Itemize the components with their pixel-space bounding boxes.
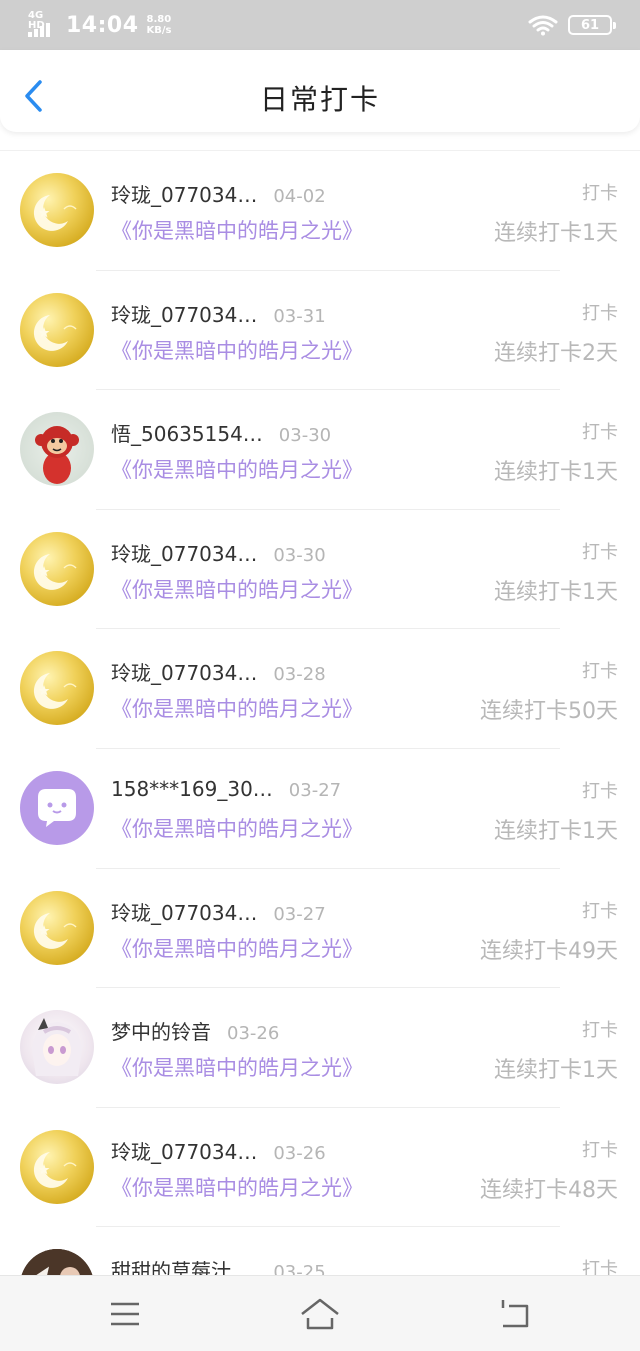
- book-title[interactable]: 《你是黑暗中的皓月之光》: [111, 454, 363, 484]
- avatar[interactable]: [20, 770, 94, 845]
- bottom-nav-bar: [0, 1275, 640, 1351]
- back-icon: [501, 1300, 529, 1328]
- username[interactable]: 158***169_30…: [111, 777, 273, 801]
- checkin-type: 打卡: [582, 900, 618, 922]
- checkin-type: 打卡: [582, 661, 618, 683]
- menu-icon: [111, 1302, 139, 1326]
- book-title[interactable]: 《你是黑暗中的皓月之光》: [111, 1172, 363, 1202]
- checkin-type: 打卡: [582, 1139, 618, 1161]
- checkin-date: 03-28: [273, 664, 326, 686]
- checkin-date: 03-27: [273, 903, 326, 925]
- checkin-list-item[interactable]: 玲珑_077034… 03-26 《你是黑暗中的皓月之光》 打卡连续打卡48天: [0, 1108, 640, 1228]
- moon-logo-icon: [33, 553, 77, 590]
- checkin-streak: 连续打卡2天: [494, 340, 618, 366]
- checkin-date: 04-02: [273, 186, 326, 207]
- checkin-date: 03-30: [273, 544, 326, 566]
- avatar[interactable]: [20, 1010, 94, 1085]
- moon-logo-icon: [33, 195, 77, 231]
- clock: 14:04: [66, 12, 139, 38]
- moon-logo-icon: [33, 912, 77, 949]
- network-signal-icon: 4G HD: [28, 11, 60, 39]
- moon-logo-icon: [33, 673, 77, 710]
- chat-bubble-icon: [38, 788, 76, 827]
- checkin-list-item[interactable]: 158***169_30… 03-27 《你是黑暗中的皓月之光》 打卡连续打卡1天: [0, 749, 640, 869]
- avatar[interactable]: [20, 292, 94, 367]
- return-button[interactable]: [495, 1296, 535, 1332]
- battery-icon: 61: [568, 15, 616, 35]
- checkin-type: 打卡: [582, 422, 618, 444]
- checkin-list-item[interactable]: 玲珑_077034… 03-27 《你是黑暗中的皓月之光》 打卡连续打卡49天: [0, 869, 640, 989]
- wifi-icon: [528, 15, 558, 36]
- home-icon: [301, 1298, 339, 1330]
- status-bar: 4G HD 14:04 8.80 KB/s 61: [0, 0, 640, 50]
- username[interactable]: 玲珑_077034…: [111, 299, 257, 328]
- username[interactable]: 玲珑_077034…: [111, 538, 257, 567]
- book-title[interactable]: 《你是黑暗中的皓月之光》: [111, 574, 363, 604]
- checkin-date: 03-30: [278, 425, 332, 447]
- checkin-streak: 连续打卡1天: [494, 818, 618, 844]
- home-button[interactable]: [300, 1296, 340, 1332]
- checkin-list-item[interactable]: 悟_50635154… 03-30 《你是黑暗中的皓月之光》 打卡连续打卡1天: [0, 390, 640, 510]
- checkin-type: 打卡: [582, 541, 618, 563]
- avatar[interactable]: [20, 1129, 94, 1204]
- checkin-streak: 连续打卡1天: [494, 221, 618, 246]
- anime-girl-avatar-icon: [32, 1018, 82, 1077]
- status-right: 61: [528, 12, 616, 38]
- checkin-list-item[interactable]: 玲珑_077034… 03-28 《你是黑暗中的皓月之光》 打卡连续打卡50天: [0, 629, 640, 749]
- checkin-list-item[interactable]: 梦中的铃音 03-26 《你是黑暗中的皓月之光》 打卡连续打卡1天: [0, 988, 640, 1108]
- username[interactable]: 玲珑_077034…: [111, 179, 257, 208]
- page-title: 日常打卡: [259, 83, 380, 116]
- checkin-streak: 连续打卡49天: [480, 938, 618, 964]
- username[interactable]: 玲珑_077034…: [111, 1136, 257, 1165]
- book-title[interactable]: 《你是黑暗中的皓月之光》: [111, 1052, 363, 1082]
- status-left: 4G HD 14:04 8.80 KB/s: [28, 10, 172, 40]
- checkin-type: 打卡: [582, 1259, 618, 1275]
- moon-logo-icon: [33, 1151, 77, 1188]
- checkin-date: 03-31: [273, 305, 326, 327]
- checkin-list-item[interactable]: 玲珑_077034… 03-30 《你是黑暗中的皓月之光》 打卡连续打卡1天: [0, 510, 640, 630]
- checkin-date: 03-26: [273, 1142, 326, 1164]
- avatar[interactable]: [20, 173, 94, 247]
- username[interactable]: 玲珑_077034…: [111, 657, 257, 686]
- monkey-character-icon: [35, 426, 79, 485]
- checkin-type: 打卡: [582, 183, 618, 204]
- checkin-date: 03-25: [273, 1262, 326, 1275]
- book-title[interactable]: 《你是黑暗中的皓月之光》: [111, 335, 363, 365]
- checkin-type: 打卡: [582, 780, 618, 802]
- checkin-streak: 连续打卡1天: [494, 460, 618, 486]
- checkin-list[interactable]: 玲珑_077034… 04-02 《你是黑暗中的皓月之光》 打卡 连续打卡1天 玲珑_07…: [0, 150, 640, 1275]
- checkin-date: 03-26: [227, 1023, 280, 1045]
- checkin-list-item[interactable]: 甜甜的草莓汁 … 03-25 打卡: [0, 1227, 640, 1275]
- book-title[interactable]: 《你是黑暗中的皓月之光》: [111, 933, 363, 963]
- checkin-type: 打卡: [582, 1020, 618, 1042]
- username[interactable]: 悟_50635154…: [111, 418, 263, 447]
- app-header: 日常打卡: [0, 50, 640, 132]
- username[interactable]: 甜甜的草莓汁 …: [111, 1255, 257, 1275]
- checkin-date: 03-27: [288, 779, 342, 801]
- avatar[interactable]: [20, 531, 94, 606]
- checkin-streak: 连续打卡1天: [494, 579, 618, 605]
- checkin-streak: 连续打卡50天: [480, 699, 618, 725]
- network-speed: 8.80 KB/s: [146, 14, 172, 36]
- checkin-streak: 连续打卡1天: [494, 1058, 618, 1084]
- avatar[interactable]: [20, 890, 94, 965]
- checkin-streak: 连续打卡48天: [480, 1177, 618, 1203]
- book-title[interactable]: 《你是黑暗中的皓月之光》: [111, 813, 363, 843]
- username[interactable]: 梦中的铃音: [111, 1016, 211, 1045]
- menu-button[interactable]: [105, 1296, 145, 1332]
- checkin-type: 打卡: [582, 302, 618, 324]
- book-title[interactable]: 《你是黑暗中的皓月之光》: [111, 693, 363, 723]
- battery-level: 61: [580, 17, 600, 33]
- checkin-list-item[interactable]: 玲珑_077034… 03-31 《你是黑暗中的皓月之光》 打卡连续打卡2天: [0, 271, 640, 391]
- moon-logo-icon: [33, 314, 77, 351]
- avatar[interactable]: [20, 412, 94, 487]
- book-title[interactable]: 《你是黑暗中的皓月之光》: [111, 215, 363, 245]
- checkin-list-item[interactable]: 玲珑_077034… 04-02 《你是黑暗中的皓月之光》 打卡连续打卡1天: [0, 151, 640, 271]
- avatar[interactable]: [20, 651, 94, 726]
- avatar[interactable]: [20, 1249, 94, 1275]
- username[interactable]: 玲珑_077034…: [111, 897, 257, 926]
- photo-avatar-icon: [20, 1249, 94, 1275]
